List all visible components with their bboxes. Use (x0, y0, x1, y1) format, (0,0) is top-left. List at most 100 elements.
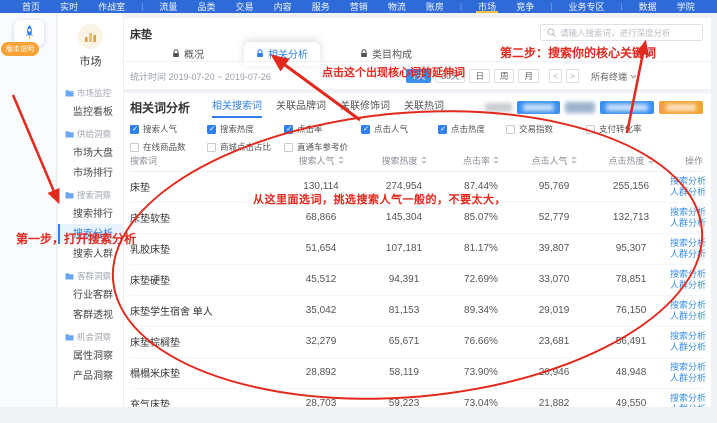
table-row: 床垫棕榈垫32,27965,67176.66%23,68156,491搜索分析人… (130, 326, 703, 357)
terminal-filter-dropdown[interactable]: 所有终端 (591, 70, 637, 83)
sort-icon[interactable] (571, 156, 577, 165)
analysis-subtab[interactable]: 相关搜索词 (212, 97, 262, 118)
blurred-action-pill[interactable] (485, 103, 512, 112)
action-link[interactable]: 人群分析 (670, 218, 703, 229)
nav-item[interactable]: 营销 (346, 0, 372, 13)
folder-icon (65, 272, 74, 280)
action-link[interactable]: 搜索分析 (670, 176, 703, 187)
nav-item[interactable]: 服务 (308, 0, 334, 13)
action-link[interactable]: 人群分析 (670, 404, 703, 408)
sort-icon[interactable] (493, 156, 499, 165)
nav-item[interactable]: 内容 (270, 0, 296, 13)
search-icon (547, 28, 556, 37)
analysis-subtab[interactable]: 关联修饰词 (340, 97, 390, 118)
blurred-action-pill[interactable] (659, 101, 703, 114)
sidebar-item[interactable]: 客群透视 (58, 305, 123, 325)
date-range-button[interactable]: 日 (469, 69, 490, 83)
sidebar-item[interactable]: 行业客群 (58, 285, 123, 305)
chevron-down-icon (630, 74, 637, 79)
sidebar-item[interactable]: 市场排行 (58, 163, 123, 183)
action-link[interactable]: 搜索分析 (670, 238, 703, 249)
value-cell: 29,019 (516, 295, 592, 326)
analysis-card: 相关词分析 相关搜索词关联品牌词关联修饰词关联热词 搜索人气搜索热度点击率点击人… (124, 93, 711, 407)
sort-icon[interactable] (338, 156, 344, 165)
analysis-subtab[interactable]: 关联品牌词 (276, 97, 326, 118)
sidebar-item[interactable]: 市场大盘 (58, 143, 123, 163)
nav-item[interactable]: 数据 (635, 0, 661, 13)
nav-item[interactable]: 账房 (422, 0, 448, 13)
action-link[interactable]: 搜索分析 (670, 207, 703, 218)
action-link[interactable]: 搜索分析 (670, 269, 703, 280)
checkbox-checked[interactable] (361, 125, 370, 134)
action-link[interactable]: 人群分析 (670, 280, 703, 291)
metric-label: 点击率 (297, 123, 323, 135)
search-term-cell: 榻榻米床垫 (130, 357, 280, 388)
metric-checkbox-item: 点击热度 (438, 123, 506, 135)
table-row: 床垫学生宿舍 单人35,04281,15389.34%29,01976,150搜… (130, 295, 703, 326)
tab-item[interactable]: 类目构成 (348, 42, 424, 66)
sidebar-item[interactable]: 监控看板 (58, 102, 123, 122)
nav-item[interactable]: 流量 (155, 0, 181, 13)
blurred-action-pill[interactable] (517, 101, 560, 114)
column-label: 点击热度 (608, 156, 644, 166)
action-link[interactable]: 搜索分析 (670, 362, 703, 373)
metric-checkbox-item: 支付转化率 (586, 123, 663, 135)
tab-item[interactable]: 概况 (160, 42, 216, 66)
sidebar-item[interactable]: 搜索分析 (58, 224, 123, 244)
sort-icon[interactable] (648, 156, 654, 165)
nav-item[interactable]: 业务专区 (564, 0, 608, 13)
checkbox-checked[interactable] (207, 125, 216, 134)
date-range-button[interactable]: 周 (494, 69, 515, 83)
blurred-action-pill[interactable] (600, 101, 654, 114)
action-link[interactable]: 搜索分析 (670, 393, 703, 404)
value-cell: 95,307 (592, 233, 670, 264)
left-rail: 版本说明 (0, 13, 57, 407)
sidebar-item[interactable]: 搜索排行 (58, 204, 123, 224)
tab-active[interactable]: 相关分析 (244, 42, 320, 66)
column-label: 操作 (685, 156, 703, 166)
nav-item[interactable]: 学院 (673, 0, 699, 13)
nav-item[interactable]: 实时 (56, 0, 82, 13)
pager-prev-button[interactable]: < (549, 69, 562, 83)
nav-item[interactable]: 首页 (18, 0, 44, 13)
analysis-subtab[interactable]: 关联热词 (404, 97, 444, 118)
date-range-button[interactable]: 7天 (406, 69, 431, 83)
table-row: 榻榻米床垫28,89258,11973.90%20,94648,948搜索分析人… (130, 357, 703, 388)
column-label: 搜索人气 (298, 156, 334, 166)
blurred-action-pill[interactable] (565, 102, 595, 113)
search-term-cell: 床垫硬垫 (130, 264, 280, 295)
action-link[interactable]: 搜索分析 (670, 331, 703, 342)
nav-item[interactable]: 竞争 (512, 0, 538, 13)
sidebar-item[interactable]: 属性洞察 (58, 346, 123, 366)
action-link[interactable]: 人群分析 (670, 342, 703, 353)
action-link[interactable]: 人群分析 (670, 373, 703, 384)
action-link[interactable]: 搜索分析 (670, 300, 703, 311)
checkbox-checked[interactable] (284, 125, 293, 134)
checkbox[interactable] (506, 125, 515, 134)
value-cell: 48,948 (592, 357, 670, 388)
date-range-button[interactable]: 30天 (435, 69, 465, 83)
sidebar-item[interactable]: 产品洞察 (58, 366, 123, 386)
nav-item[interactable]: 市场 (474, 0, 500, 13)
action-link[interactable]: 人群分析 (670, 187, 703, 198)
action-link[interactable]: 人群分析 (670, 311, 703, 322)
search-box[interactable] (540, 24, 703, 41)
version-badge[interactable]: 版本说明 (1, 42, 39, 56)
nav-item[interactable]: 物流 (384, 0, 410, 13)
sidebar-item[interactable]: 搜索人群 (58, 244, 123, 264)
nav-item[interactable]: 品类 (193, 0, 219, 13)
nav-item[interactable]: 交易 (232, 0, 258, 13)
search-term-cell: 床垫 (130, 171, 280, 202)
sort-icon[interactable] (421, 156, 427, 165)
search-input[interactable] (560, 28, 696, 38)
analysis-header: 相关词分析 相关搜索词关联品牌词关联修饰词关联热词 (130, 97, 703, 117)
checkbox-checked[interactable] (130, 125, 139, 134)
module-header: 市场 (58, 13, 123, 69)
date-range-button[interactable]: 月 (518, 69, 539, 83)
checkbox-checked[interactable] (438, 125, 447, 134)
market-module-icon (78, 24, 103, 49)
pager-next-button[interactable]: > (566, 69, 579, 83)
nav-item[interactable]: 作战室 (94, 0, 129, 13)
action-link[interactable]: 人群分析 (670, 249, 703, 260)
checkbox[interactable] (586, 125, 595, 134)
